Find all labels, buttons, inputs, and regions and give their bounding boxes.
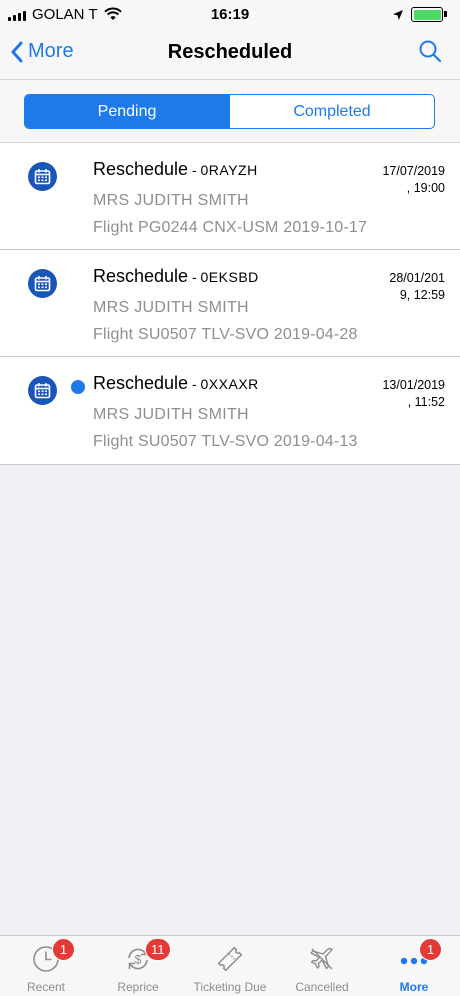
row-type: Reschedule	[93, 373, 189, 393]
row-date: 13/01/2019 , 11:52	[365, 377, 445, 411]
row-separator: -	[188, 269, 201, 285]
calendar-icon	[28, 162, 57, 191]
row-date-line-2: , 19:00	[406, 181, 445, 195]
recent-badge: 1	[52, 938, 75, 961]
row-date: 17/07/2019 , 19:00	[365, 163, 445, 197]
unread-indicator	[71, 380, 85, 394]
segment-pending[interactable]: Pending	[25, 95, 229, 128]
passenger-name: MRS JUDITH SMITH	[93, 299, 249, 316]
segment-completed[interactable]: Completed	[229, 95, 434, 128]
chevron-left-icon	[11, 41, 23, 62]
flight-info: Flight PG0244 CNX-USM 2019-10-17	[93, 219, 368, 236]
tab-bar: 1 Recent $ 11 Reprice Ticketing Due Canc…	[0, 935, 460, 996]
flight-info: Flight SU0507 TLV-SVO 2019-04-13	[93, 433, 358, 450]
status-bar: GOLAN T 16:19	[0, 0, 460, 30]
location-arrow-icon	[392, 8, 404, 26]
more-badge: 1	[419, 938, 442, 961]
tab-label: Recent	[26, 980, 66, 994]
row-date-line-2: 9, 12:59	[399, 288, 445, 302]
tab-reprice[interactable]: $ 11 Reprice	[92, 936, 184, 996]
passenger-name: MRS JUDITH SMITH	[93, 192, 249, 209]
row-date-line-1: 13/01/2019	[382, 378, 445, 392]
row-date-line-1: 17/07/2019	[382, 164, 445, 178]
calendar-icon	[28, 269, 57, 298]
svg-text:$: $	[135, 953, 142, 967]
calendar-icon	[28, 376, 57, 405]
row-type: Reschedule	[93, 266, 189, 286]
row-date-line-1: 28/01/201	[389, 271, 445, 285]
booking-code: 0XXAXR	[200, 376, 259, 392]
row-type: Reschedule	[93, 159, 189, 179]
passenger-name: MRS JUDITH SMITH	[93, 406, 249, 423]
segment-bar: Pending Completed	[0, 80, 460, 143]
row-separator: -	[188, 162, 201, 178]
reschedule-list: Reschedule - 0RAYZH MRS JUDITH SMITH Fli…	[0, 143, 460, 465]
row-title: Reschedule - 0XXAXR	[93, 373, 259, 394]
search-icon[interactable]	[418, 39, 442, 68]
navigation-bar: More Rescheduled	[0, 30, 460, 80]
battery-icon	[411, 7, 447, 22]
tab-label: Ticketing Due	[193, 980, 267, 994]
row-date: 28/01/201 9, 12:59	[365, 270, 445, 304]
row-title: Reschedule - 0EKSBD	[93, 266, 259, 287]
tab-ticketing-due[interactable]: Ticketing Due	[184, 936, 276, 996]
tab-label: Reprice	[117, 980, 159, 994]
reprice-badge: 11	[145, 938, 171, 961]
clock-time: 16:19	[210, 6, 250, 23]
row-separator: -	[188, 376, 201, 392]
flight-info: Flight SU0507 TLV-SVO 2019-04-28	[93, 326, 358, 343]
list-item[interactable]: Reschedule - 0RAYZH MRS JUDITH SMITH Fli…	[0, 143, 460, 250]
list-item[interactable]: Reschedule - 0XXAXR MRS JUDITH SMITH Fli…	[0, 357, 460, 465]
booking-code: 0RAYZH	[200, 162, 258, 178]
status-segmented-control: Pending Completed	[24, 94, 435, 129]
back-button-label: More	[28, 40, 74, 62]
plane-cancelled-icon	[307, 944, 337, 974]
row-date-line-2: , 11:52	[407, 395, 445, 409]
tab-recent[interactable]: 1 Recent	[0, 936, 92, 996]
tab-more[interactable]: 1 More	[368, 936, 460, 996]
tab-cancelled[interactable]: Cancelled	[276, 936, 368, 996]
back-button[interactable]: More	[10, 40, 74, 63]
ticket-icon	[215, 944, 245, 974]
booking-code: 0EKSBD	[200, 269, 259, 285]
list-item[interactable]: Reschedule - 0EKSBD MRS JUDITH SMITH Fli…	[0, 250, 460, 357]
tab-label: Cancelled	[295, 980, 349, 994]
row-title: Reschedule - 0RAYZH	[93, 159, 258, 180]
tab-label: More	[399, 980, 429, 994]
